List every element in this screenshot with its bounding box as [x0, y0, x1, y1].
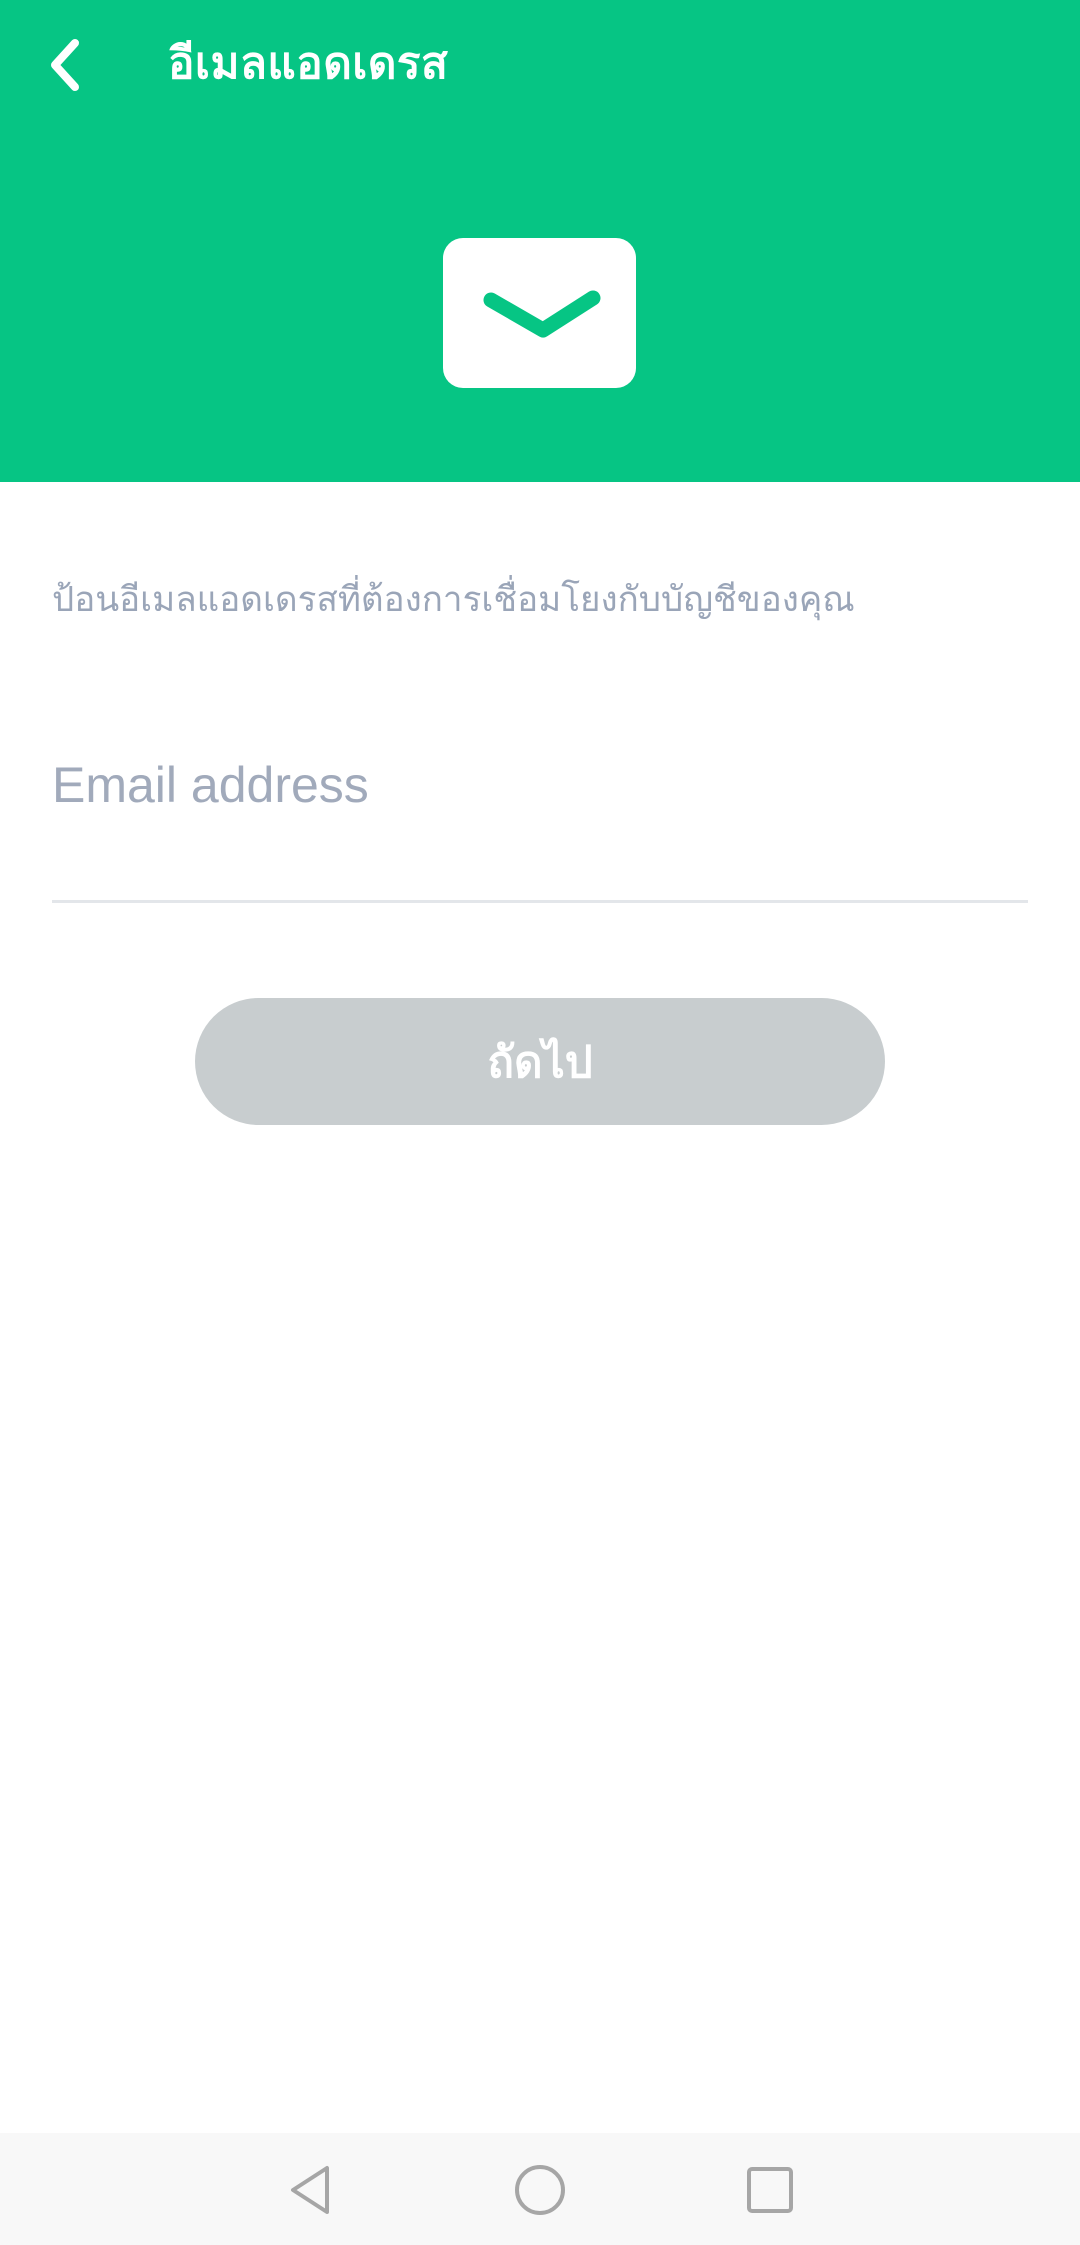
back-button[interactable]	[30, 22, 100, 108]
instruction-text: ป้อนอีเมลแอดเดรสที่ต้องการเชื่อมโยงกับบั…	[52, 580, 855, 620]
nav-back-button[interactable]	[275, 2155, 345, 2225]
nav-home-button[interactable]	[505, 2155, 575, 2225]
mail-badge	[443, 238, 636, 388]
triangle-back-icon	[291, 2166, 329, 2214]
circle-home-icon	[515, 2165, 565, 2215]
system-nav-bar	[0, 2133, 1080, 2245]
square-recents-icon	[747, 2167, 793, 2213]
input-underline	[52, 900, 1028, 903]
page-title: อีเมลแอดเดรส	[168, 38, 449, 89]
chevron-left-icon	[51, 39, 79, 91]
email-input[interactable]	[52, 740, 1028, 830]
envelope-icon	[483, 290, 600, 338]
header-bar: อีเมลแอดเดรส	[0, 0, 1080, 482]
nav-recents-button[interactable]	[735, 2155, 805, 2225]
next-button[interactable]: ถัดไป	[195, 998, 885, 1125]
